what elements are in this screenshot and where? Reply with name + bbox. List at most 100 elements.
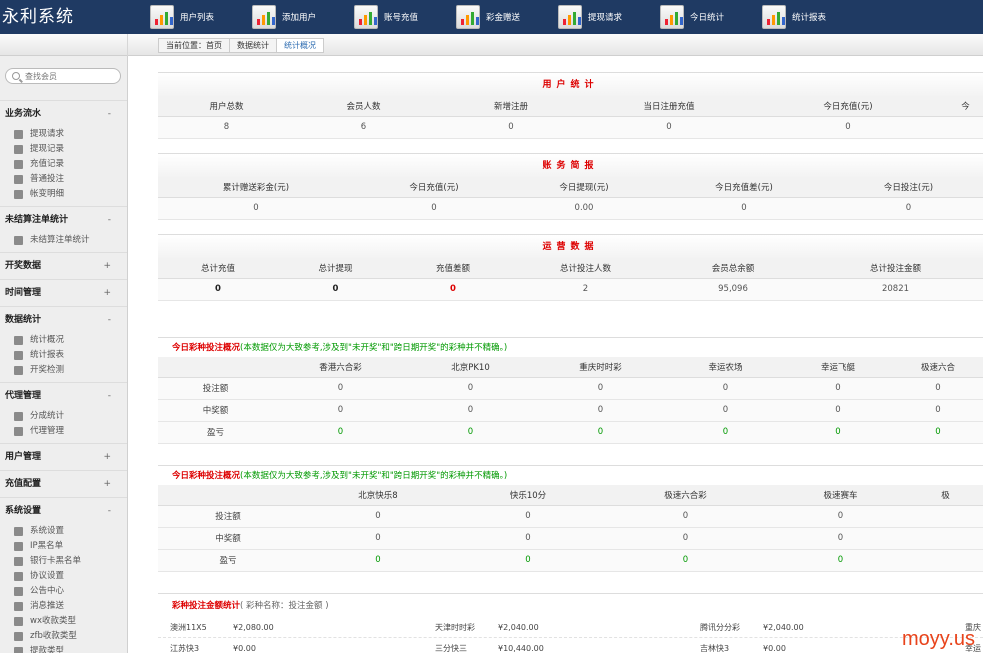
sidebar-item-label: 帐变明细 xyxy=(30,189,65,199)
sidebar-item-label: 统计概况 xyxy=(30,335,65,345)
sidebar-item[interactable]: 消息推送 xyxy=(0,599,127,614)
menu-group-header[interactable]: 时间管理 + xyxy=(0,280,127,306)
bet-amount: ¥2,040.00 xyxy=(498,623,539,632)
topnav-item-4[interactable]: 提现请求 xyxy=(536,0,638,34)
menu-toggle-icon[interactable]: + xyxy=(103,471,111,497)
search-input[interactable] xyxy=(25,71,115,81)
breadcrumb-current[interactable]: 统计概况 xyxy=(277,39,323,52)
column-header: 会员总余额 xyxy=(658,258,808,279)
table-cell: 0 xyxy=(458,527,598,550)
chart-icon xyxy=(150,5,174,29)
stat-value: 0 xyxy=(834,197,983,220)
menu-toggle-icon[interactable]: + xyxy=(103,280,111,306)
sidebar-item[interactable]: 帐变明细 xyxy=(0,187,127,202)
topnav-label: 账号充值 xyxy=(384,13,419,23)
chart-icon xyxy=(252,5,276,29)
topnav-item-1[interactable]: 添加用户 xyxy=(230,0,332,34)
menu-item-icon xyxy=(14,366,23,375)
column-header: 充值差额 xyxy=(393,258,513,279)
sidebar-item[interactable]: 公告中心 xyxy=(0,584,127,599)
menu-group-8: 系统设置 - 系统设置 IP黑名单 银行卡黑名单 协议设置 公告中心 消息推送 wx收款类型 zf… xyxy=(0,497,127,653)
lottery-overview-1: 今日彩种投注概况(本数据仅为大致参考,涉及到"未开奖"和"跨日期开奖"的彩种并不… xyxy=(158,337,983,444)
sidebar-item[interactable]: 统计概况 xyxy=(0,333,127,348)
table-cell: 0 xyxy=(598,505,773,528)
column-header: 新增注册 xyxy=(432,96,590,117)
column-header: 幸运飞艇 xyxy=(783,357,893,378)
sidebar-item[interactable]: 分成统计 xyxy=(0,409,127,424)
breadcrumb-section[interactable]: 数据统计 xyxy=(230,39,277,52)
sidebar-item[interactable]: 充值记录 xyxy=(0,157,127,172)
sidebar-item-label: 统计报表 xyxy=(30,350,65,360)
menu-group-title: 未结算注单统计 xyxy=(5,215,69,225)
topnav-item-0[interactable]: 用户列表 xyxy=(128,0,230,34)
sidebar-item[interactable]: 统计报表 xyxy=(0,348,127,363)
menu-toggle-icon[interactable]: + xyxy=(103,444,111,470)
sidebar-item[interactable]: 协议设置 xyxy=(0,569,127,584)
sidebar-cap xyxy=(0,34,128,56)
column-header: 今 xyxy=(948,96,983,117)
table-cell: 0 xyxy=(298,505,458,528)
member-search[interactable] xyxy=(5,68,121,84)
sidebar-item[interactable]: 系统设置 xyxy=(0,524,127,539)
amount-stats-list: 澳洲11X5 ¥2,080.00 天津时时彩 ¥2,040.00 腾讯分分彩 ¥2,040… xyxy=(158,617,983,653)
topnav-label: 添加用户 xyxy=(282,13,317,23)
row-label: 投注额 xyxy=(158,377,273,400)
stat-value: 95,096 xyxy=(658,278,808,301)
row-label: 中奖额 xyxy=(158,399,273,422)
amount-stats-section: 彩种投注金额统计( 彩种名称：投注金额 ) 澳洲11X5 ¥2,080.00 天津时… xyxy=(158,593,983,653)
top-bar: 永利系统 用户列表 添加用户 账号充值 彩金赠送 提现请求 今日统计 统计报表 xyxy=(0,0,983,34)
menu-sub: 提现请求 提现记录 充值记录 普通投注帐变明细 xyxy=(0,127,127,206)
menu-group-header[interactable]: 未结算注单统计 - xyxy=(0,207,127,233)
menu-group-4: 数据统计 - 统计概况统计报表开奖检测 xyxy=(0,306,127,382)
table-cell: 0 xyxy=(598,549,773,572)
finance-section: 账务简报 累计赠送彩金(元) 今日充值(元) 今日提现(元) 今日充值差(元) 今日投注… xyxy=(158,153,983,220)
topnav-item-6[interactable]: 统计报表 xyxy=(740,0,842,34)
sidebar-item-label: zfb收款类型 xyxy=(30,631,77,641)
menu-toggle-icon[interactable]: - xyxy=(108,307,111,333)
menu-sub: 未结算注单统计 xyxy=(0,233,127,252)
sidebar-item[interactable]: 提现请求 xyxy=(0,127,127,142)
amount-row: 江苏快3 ¥0.00 三分快三 ¥10,440.00 吉林快3 ¥0.00 幸运 xyxy=(158,638,983,653)
sidebar-item[interactable]: zfb收款类型 xyxy=(0,629,127,644)
sidebar-item[interactable]: 提款类型 xyxy=(0,644,127,653)
menu-group-header[interactable]: 业务流水 - xyxy=(0,101,127,127)
table-cell: 0 xyxy=(458,505,598,528)
menu-toggle-icon[interactable]: - xyxy=(108,498,111,524)
menu-toggle-icon[interactable]: - xyxy=(108,383,111,409)
column-header: 北京PK10 xyxy=(408,357,533,378)
breadcrumb-home[interactable]: 当前位置：首页 xyxy=(159,39,230,52)
menu-group-header[interactable]: 数据统计 - xyxy=(0,307,127,333)
menu-toggle-icon[interactable]: - xyxy=(108,101,111,127)
sidebar-item[interactable]: 普通投注 xyxy=(0,172,127,187)
menu-group-header[interactable]: 充值配置 + xyxy=(0,471,127,497)
topnav-item-5[interactable]: 今日统计 xyxy=(638,0,740,34)
sidebar-item-label: 代理管理 xyxy=(30,426,65,436)
menu-group-header[interactable]: 代理管理 - xyxy=(0,383,127,409)
column-header: 重庆时时彩 xyxy=(533,357,668,378)
sidebar-item[interactable]: 银行卡黑名单 xyxy=(0,554,127,569)
table-row: 中奖额 0 0 0 0 xyxy=(158,527,983,550)
chart-icon xyxy=(354,5,378,29)
lottery-note-1-title: 今日彩种投注概况 xyxy=(172,343,241,353)
column-header: 极 xyxy=(908,485,983,506)
table-cell xyxy=(908,549,983,572)
sidebar-item[interactable]: wx收款类型 xyxy=(0,614,127,629)
lottery-note-1-desc: (本数据仅为大致参考,涉及到"未开奖"和"跨日期开奖"的彩种并不精确。) xyxy=(240,343,508,353)
sidebar-item[interactable]: 代理管理 xyxy=(0,424,127,439)
lottery-note-2: 今日彩种投注概况(本数据仅为大致参考,涉及到"未开奖"和"跨日期开奖"的彩种并不… xyxy=(158,465,983,485)
menu-group-header[interactable]: 用户管理 + xyxy=(0,444,127,470)
menu-item-icon xyxy=(14,190,23,199)
menu-toggle-icon[interactable]: + xyxy=(103,253,111,279)
sidebar-item[interactable]: 未结算注单统计 xyxy=(0,233,127,248)
menu-group-7: 充值配置 + xyxy=(0,470,127,497)
menu-toggle-icon[interactable]: - xyxy=(108,207,111,233)
menu-item-icon xyxy=(14,572,23,581)
sidebar-item[interactable]: 提现记录 xyxy=(0,142,127,157)
topnav-item-3[interactable]: 彩金赠送 xyxy=(434,0,536,34)
breadcrumb-bar: 当前位置：首页 数据统计 统计概况 xyxy=(0,34,983,56)
sidebar-item[interactable]: IP黑名单 xyxy=(0,539,127,554)
sidebar-item[interactable]: 开奖检测 xyxy=(0,363,127,378)
topnav-item-2[interactable]: 账号充值 xyxy=(332,0,434,34)
menu-group-header[interactable]: 开奖数据 + xyxy=(0,253,127,279)
menu-group-header[interactable]: 系统设置 - xyxy=(0,498,127,524)
